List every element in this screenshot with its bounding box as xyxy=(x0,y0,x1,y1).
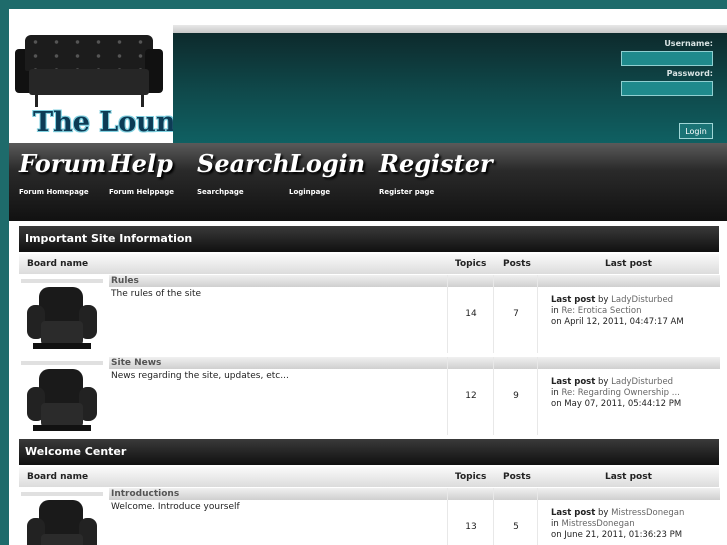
username-input[interactable] xyxy=(621,51,713,66)
last-post-author[interactable]: LadyDisturbed xyxy=(611,377,673,387)
board-icon xyxy=(21,279,103,355)
topics-count: 12 xyxy=(465,391,477,401)
board-row: Introductions Welcome. Introduce yoursel… xyxy=(19,488,720,545)
last-post-author[interactable]: LadyDisturbed xyxy=(611,295,673,305)
topics-count: 13 xyxy=(465,522,477,532)
posts-count: 7 xyxy=(513,309,519,319)
col-last-post: Last post xyxy=(605,472,652,482)
main-nav: Forum Forum Homepage Help Forum Helppage… xyxy=(9,143,727,221)
nav-login-subtitle: Loginpage xyxy=(289,188,331,196)
last-post-subject[interactable]: MistressDonegan xyxy=(561,519,634,529)
board-info: Rules The rules of the site xyxy=(109,275,447,353)
last-post-by: by xyxy=(597,508,609,518)
nav-login-title: Login xyxy=(289,149,366,178)
col-posts: Posts xyxy=(503,259,531,269)
sofa-leg xyxy=(35,95,38,107)
category-header[interactable]: Welcome Center xyxy=(19,439,719,465)
nav-search-title: Search xyxy=(197,149,290,178)
site-logo[interactable]: The Lounge xyxy=(9,23,212,143)
nav-register[interactable]: Register Register page xyxy=(379,149,493,196)
board-info: Site News News regarding the site, updat… xyxy=(109,357,447,435)
topics-cell xyxy=(447,488,494,545)
last-post-label: Last post xyxy=(551,508,596,518)
password-input[interactable] xyxy=(621,81,713,96)
username-label: Username: xyxy=(664,39,713,48)
board-row: Rules The rules of the site 14 7 Last po… xyxy=(19,275,720,355)
col-topics: Topics xyxy=(455,472,487,482)
last-post-label: Last post xyxy=(551,295,596,305)
last-post-subject[interactable]: Re: Erotica Section xyxy=(561,306,641,316)
sofa-leg xyxy=(141,95,144,107)
nav-help-title: Help xyxy=(109,149,173,178)
category-header[interactable]: Important Site Information xyxy=(19,226,719,252)
last-post-in: in xyxy=(551,306,559,316)
table-header: Board name Topics Posts Last post xyxy=(19,467,719,487)
nav-help[interactable]: Help Forum Helppage xyxy=(109,149,174,196)
last-post-date: on April 12, 2011, 04:47:17 AM xyxy=(551,317,684,327)
posts-count: 5 xyxy=(513,522,519,532)
topics-count: 14 xyxy=(465,309,477,319)
board-name-link[interactable]: Rules xyxy=(109,275,447,287)
board-description: News regarding the site, updates, etc... xyxy=(111,371,289,381)
last-post-info: Last post by MistressDonegan in Mistress… xyxy=(551,508,684,541)
board-description: The rules of the site xyxy=(111,289,202,299)
nav-help-subtitle: Forum Helppage xyxy=(109,188,174,196)
login-button[interactable]: Login xyxy=(679,123,713,139)
last-post-in: in xyxy=(551,519,559,529)
board-row: Site News News regarding the site, updat… xyxy=(19,357,720,437)
login-panel: Username: Password: Login xyxy=(173,33,727,143)
header-top-strip xyxy=(173,25,727,33)
last-post-info: Last post by LadyDisturbed in Re: Erotic… xyxy=(551,295,684,328)
page-frame: The Lounge Username: Password: Login For… xyxy=(9,9,727,545)
last-post-in: in xyxy=(551,388,559,398)
sofa-back xyxy=(25,35,153,71)
board-description: Welcome. Introduce yourself xyxy=(111,502,240,512)
board-name-link[interactable]: Introductions xyxy=(109,488,447,500)
last-post-by: by xyxy=(597,377,609,387)
board-info: Introductions Welcome. Introduce yoursel… xyxy=(109,488,447,545)
header: The Lounge Username: Password: Login xyxy=(9,9,727,143)
last-post-author[interactable]: MistressDonegan xyxy=(611,508,684,518)
posts-cell xyxy=(493,488,538,545)
board-icon xyxy=(21,492,103,545)
nav-login[interactable]: Login Loginpage xyxy=(289,149,365,196)
col-topics: Topics xyxy=(455,259,487,269)
last-post-by: by xyxy=(597,295,609,305)
nav-forum-title: Forum xyxy=(19,149,107,178)
last-post-label: Last post xyxy=(551,377,596,387)
sofa-seat xyxy=(29,69,149,95)
nav-register-title: Register xyxy=(379,149,493,178)
col-posts: Posts xyxy=(503,472,531,482)
board-name-link[interactable]: Site News xyxy=(109,357,447,369)
nav-search-subtitle: Searchpage xyxy=(197,188,244,196)
col-board-name: Board name xyxy=(27,259,89,269)
last-post-subject[interactable]: Re: Regarding Ownership ... xyxy=(561,388,679,398)
col-last-post: Last post xyxy=(605,259,652,269)
last-post-info: Last post by LadyDisturbed in Re: Regard… xyxy=(551,377,681,410)
posts-count: 9 xyxy=(513,391,519,401)
nav-forum-subtitle: Forum Homepage xyxy=(19,188,89,196)
table-header: Board name Topics Posts Last post xyxy=(19,254,719,274)
col-board-name: Board name xyxy=(27,472,89,482)
last-post-date: on May 07, 2011, 05:44:12 PM xyxy=(551,399,682,409)
board-icon xyxy=(21,361,103,437)
nav-search[interactable]: Search Searchpage xyxy=(197,149,290,196)
nav-forum[interactable]: Forum Forum Homepage xyxy=(19,149,106,196)
last-post-date: on June 21, 2011, 01:36:23 PM xyxy=(551,530,683,540)
nav-register-subtitle: Register page xyxy=(379,188,435,196)
password-label: Password: xyxy=(666,69,713,78)
